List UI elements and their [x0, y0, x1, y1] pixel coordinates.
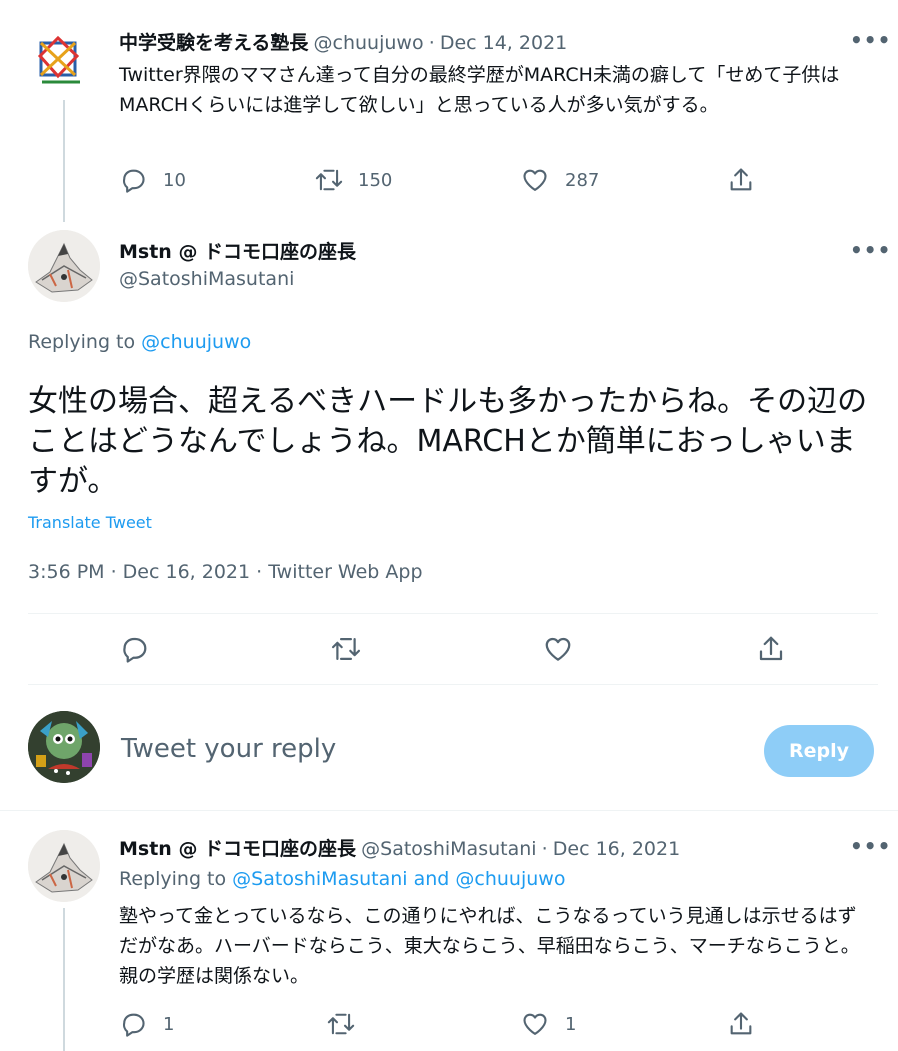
divider: [28, 613, 878, 614]
like-button[interactable]: [543, 634, 573, 664]
retweet-icon: [327, 1013, 355, 1035]
author-handle[interactable]: @SatoshiMasutani: [361, 838, 536, 860]
more-options-button[interactable]: •••: [850, 28, 891, 52]
reply-icon: [123, 637, 147, 663]
author-name[interactable]: 中学受験を考える塾長: [119, 32, 308, 54]
author-handle[interactable]: @SatoshiMasutani: [119, 268, 294, 290]
tweet-header: Mstn @ ドコモ口座の座長 @SatoshiMasutani · Dec 1…: [119, 834, 680, 861]
reply-input[interactable]: Tweet your reply: [121, 734, 721, 764]
replying-to: Replying to @SatoshiMasutani and @chuuju…: [119, 868, 565, 890]
reply-count: 10: [163, 169, 186, 191]
tweet-date[interactable]: Dec 14, 2021: [440, 32, 567, 54]
tweet-date[interactable]: Dec 16, 2021: [553, 838, 680, 860]
reply-button[interactable]: [119, 634, 149, 664]
reply-icon: [122, 169, 145, 193]
tweet-text: Twitter界隈のママさん達って自分の最終学歴がMARCH未満の癖して「せめて…: [119, 64, 840, 116]
share-icon: [730, 1012, 752, 1035]
avatar-illustration-icon: [28, 711, 100, 783]
replying-to-label: Replying to: [28, 331, 136, 353]
reply-count: 1: [163, 1013, 175, 1035]
author-name[interactable]: Mstn @ ドコモ口座の座長: [119, 838, 356, 860]
like-button[interactable]: 287: [521, 166, 599, 194]
current-user-avatar[interactable]: [28, 711, 100, 783]
separator: ·: [428, 32, 435, 54]
translate-tweet-link[interactable]: Translate Tweet: [28, 513, 152, 532]
author-name[interactable]: Mstn @ ドコモ口座の座長: [119, 237, 356, 264]
avatar[interactable]: [32, 32, 90, 90]
more-options-button[interactable]: •••: [850, 238, 891, 262]
replying-to-handle[interactable]: @chuujuwo: [141, 331, 251, 353]
thread-line: [63, 100, 65, 222]
retweet-button[interactable]: [326, 1010, 356, 1038]
tweet-header: 中学受験を考える塾長 @chuujuwo · Dec 14, 2021: [119, 28, 567, 55]
tweet-text: 塾やって金とっているなら、この通りにやれば、こうなるっていう見通しは示せるはずだ…: [119, 905, 860, 987]
like-count: 1: [565, 1013, 577, 1035]
replying-to: Replying to @chuujuwo: [28, 331, 251, 353]
share-icon: [730, 168, 752, 191]
logo-icon: [37, 35, 80, 84]
reply-button[interactable]: 1: [119, 1010, 174, 1038]
retweet-button[interactable]: [330, 634, 362, 664]
heart-icon: [523, 1013, 547, 1035]
replying-to-label: Replying to: [119, 868, 227, 890]
separator: ·: [541, 838, 548, 860]
avatar-illustration-icon: [28, 230, 100, 302]
share-button[interactable]: [727, 166, 755, 194]
heart-icon: [545, 637, 571, 661]
reply-submit-button[interactable]: Reply: [764, 725, 874, 777]
like-button[interactable]: 1: [521, 1010, 576, 1038]
tweet-text: 女性の場合、超えるべきハードルも多かったからね。その辺のことはどうなんでしょうね…: [28, 384, 868, 499]
retweet-icon: [315, 169, 343, 191]
share-button[interactable]: [727, 1010, 755, 1038]
retweet-count: 150: [358, 169, 393, 191]
tweet-timestamp[interactable]: 3:56 PM · Dec 16, 2021 · Twitter Web App: [28, 561, 423, 583]
share-icon: [759, 636, 783, 661]
heart-icon: [523, 169, 547, 191]
author-handle[interactable]: @chuujuwo: [314, 32, 424, 54]
share-button[interactable]: [756, 634, 786, 664]
avatar-illustration-icon: [28, 830, 100, 902]
replying-to-handles[interactable]: @SatoshiMasutani and @chuujuwo: [232, 868, 565, 890]
reply-button[interactable]: 10: [119, 166, 186, 194]
like-count: 287: [565, 169, 600, 191]
section-separator: [0, 810, 898, 811]
avatar[interactable]: [28, 830, 100, 902]
avatar[interactable]: [28, 230, 100, 302]
reply-icon: [122, 1013, 145, 1037]
thread-line: [63, 908, 65, 1051]
more-options-button[interactable]: •••: [850, 834, 891, 858]
retweet-icon: [331, 638, 361, 660]
retweet-button[interactable]: 150: [314, 166, 392, 194]
divider: [28, 684, 878, 685]
